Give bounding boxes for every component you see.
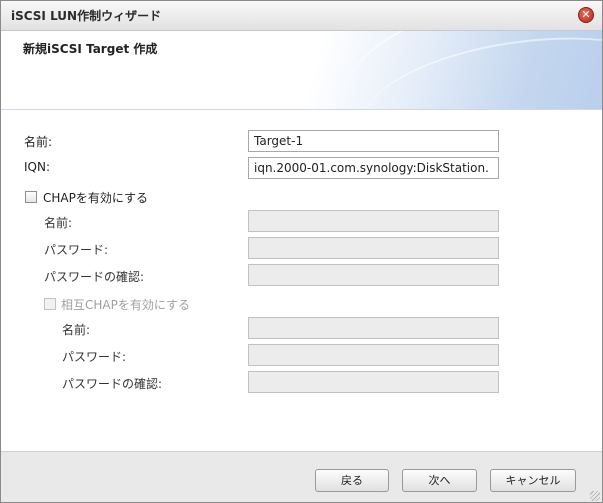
mutual-chap-name-input[interactable] [248,317,499,339]
iqn-input[interactable] [248,157,499,179]
title-bar[interactable]: iSCSI LUN作制ウィザード ✕ [1,1,602,31]
mutual-chap-password-confirm-input[interactable] [248,371,499,393]
chap-password-confirm-input[interactable] [248,264,499,286]
mutual-chap-password-input[interactable] [248,344,499,366]
iqn-label: IQN: [24,160,51,174]
chap-password-label: パスワード: [44,243,109,257]
mutual-chap-password-confirm-label: パスワードの確認: [62,377,163,391]
mutual-chap-checkbox[interactable] [44,298,56,310]
window-title: iSCSI LUN作制ウィザード [11,9,162,23]
resize-grip[interactable] [590,491,600,501]
wizard-header: 新規iSCSI Target 作成 [1,31,602,110]
close-icon[interactable]: ✕ [578,7,594,23]
wizard-window: iSCSI LUN作制ウィザード ✕ 新規iSCSI Target 作成 名前:… [0,0,603,503]
wizard-footer: 戻る 次へ キャンセル [1,451,602,502]
chap-name-input[interactable] [248,210,499,232]
page-title: 新規iSCSI Target 作成 [23,42,158,56]
chap-password-input[interactable] [248,237,499,259]
cancel-button[interactable]: キャンセル [490,469,576,492]
chap-checkbox-label[interactable]: CHAPを有効にする [43,189,148,206]
back-button[interactable]: 戻る [315,469,389,492]
name-label: 名前: [24,135,53,149]
chap-password-confirm-label: パスワードの確認: [44,270,145,284]
mutual-chap-password-label: パスワード: [62,350,127,364]
next-button[interactable]: 次へ [402,469,477,492]
chap-checkbox[interactable] [25,191,37,203]
target-name-input[interactable] [248,130,499,152]
mutual-chap-checkbox-label[interactable]: 相互CHAPを有効にする [61,296,190,313]
chap-name-label: 名前: [44,216,73,230]
mutual-chap-name-label: 名前: [62,323,91,337]
